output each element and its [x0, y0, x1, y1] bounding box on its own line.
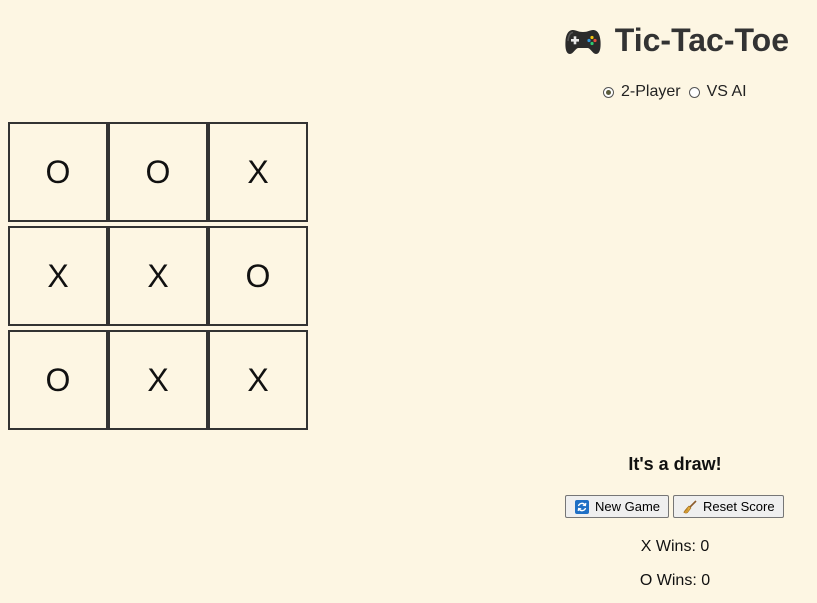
- board-cell[interactable]: O: [208, 226, 308, 326]
- board-cell[interactable]: X: [208, 122, 308, 222]
- board-cell[interactable]: O: [8, 122, 108, 222]
- two-player-radio[interactable]: [603, 86, 614, 98]
- page-title: Tic-Tac-Toe: [564, 22, 789, 59]
- new-game-button[interactable]: New Game: [565, 495, 670, 518]
- game-status: It's a draw!: [628, 454, 722, 474]
- x-wins-score: X Wins: 0: [640, 538, 710, 555]
- new-game-label: New Game: [595, 499, 661, 514]
- board-cell[interactable]: O: [8, 330, 108, 430]
- control-buttons: New Game Reset Score: [565, 495, 784, 518]
- game-board: O O X X X O O X X: [8, 122, 308, 430]
- board-cell[interactable]: X: [108, 330, 208, 430]
- board-cell[interactable]: X: [8, 226, 108, 326]
- board-cell[interactable]: X: [208, 330, 308, 430]
- mode-option-label: 2-Player: [621, 83, 681, 100]
- broom-icon: [683, 499, 697, 514]
- mode-option-vs-ai[interactable]: VS AI: [688, 83, 747, 101]
- title-text: Tic-Tac-Toe: [614, 22, 789, 58]
- mode-selector: 2-Player VS AI: [603, 83, 755, 101]
- board-cell[interactable]: O: [108, 122, 208, 222]
- o-wins-score: O Wins: 0: [639, 572, 711, 589]
- mode-option-two-player[interactable]: 2-Player: [603, 83, 681, 101]
- vs-ai-radio[interactable]: [688, 86, 700, 98]
- gamepad-icon: [564, 27, 602, 57]
- reset-score-button[interactable]: Reset Score: [673, 495, 784, 518]
- mode-option-label: VS AI: [706, 83, 747, 100]
- refresh-icon: [575, 499, 589, 514]
- board-cell[interactable]: X: [108, 226, 208, 326]
- reset-score-label: Reset Score: [703, 499, 775, 514]
